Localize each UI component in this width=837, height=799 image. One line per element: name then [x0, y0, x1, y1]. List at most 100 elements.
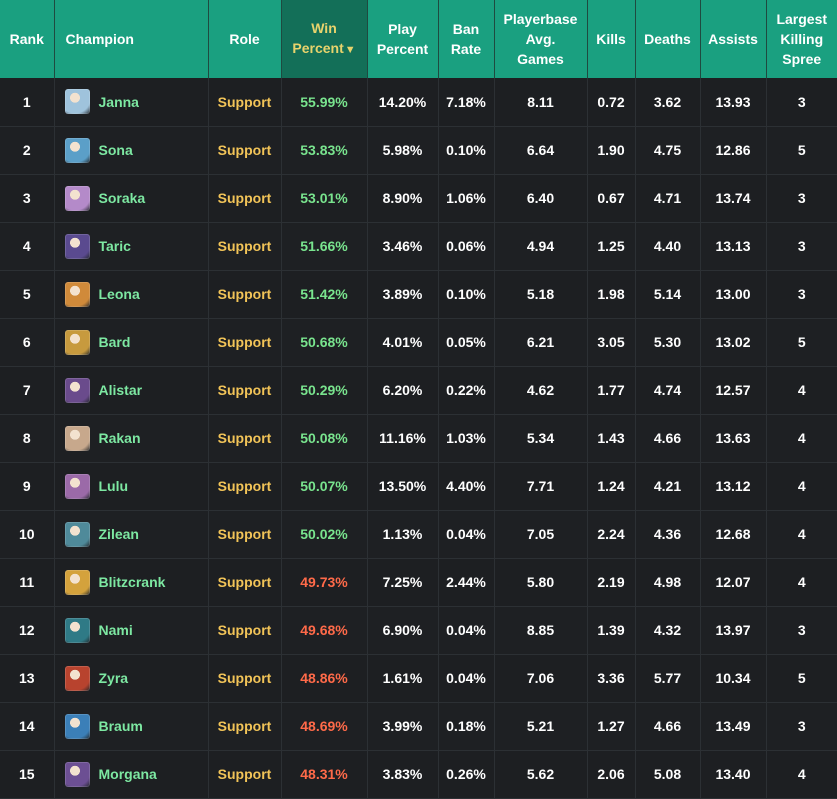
champion-name-link[interactable]: Leona	[99, 286, 140, 302]
champion-portrait-icon[interactable]	[64, 329, 90, 355]
ban-rate-cell: 2.44%	[438, 558, 495, 607]
champion-name-link[interactable]: Zyra	[99, 670, 129, 686]
table-row[interactable]: 3 Soraka Support 53.01% 8.90% 1.06% 6.40 0.67 4.…	[0, 174, 837, 223]
champion-portrait-icon[interactable]	[64, 473, 90, 499]
table-row[interactable]: 5 Leona Support 51.42% 3.89% 0.10% 5.18 1.98 5.1…	[0, 270, 837, 319]
table-row[interactable]: 1 Janna Support 55.99% 14.20% 7.18% 8.11 0.72 3.…	[0, 78, 837, 127]
rank-cell: 6	[0, 318, 55, 367]
table-row[interactable]: 10 Zilean Support 50.02% 1.13% 0.04% 7.05 2.24 4…	[0, 510, 837, 559]
largest-killing-spree-cell: 3	[766, 222, 837, 271]
champion-portrait-icon[interactable]	[64, 425, 90, 451]
largest-killing-spree-cell: 4	[766, 462, 837, 511]
rank-cell: 15	[0, 750, 55, 799]
champion-name-link[interactable]: Nami	[99, 622, 133, 638]
champion-name-link[interactable]: Zilean	[99, 526, 139, 542]
playerbase-avg-games-cell: 6.21	[494, 318, 588, 367]
playerbase-avg-games-cell: 4.62	[494, 366, 588, 415]
sort-descending-icon: ▼	[344, 44, 356, 56]
champion-cell: Alistar	[54, 366, 209, 415]
table-row[interactable]: 9 Lulu Support 50.07% 13.50% 4.40% 7.71 1.24 4.2…	[0, 462, 837, 511]
role-cell: Support	[208, 270, 282, 319]
champion-portrait-icon[interactable]	[64, 569, 90, 595]
column-header-rank[interactable]: Rank	[0, 0, 55, 78]
champion-portrait-icon[interactable]	[64, 137, 90, 163]
deaths-cell: 4.75	[635, 126, 701, 175]
champion-portrait-icon[interactable]	[64, 665, 90, 691]
rank-cell: 13	[0, 654, 55, 703]
role-cell: Support	[208, 702, 282, 751]
champion-name-link[interactable]: Morgana	[99, 766, 157, 782]
column-header-largest-killing-spree[interactable]: Largest Killing Spree	[766, 0, 837, 78]
column-header-deaths[interactable]: Deaths	[635, 0, 701, 78]
win-percent-cell: 50.02%	[281, 510, 368, 559]
table-row[interactable]: 7 Alistar Support 50.29% 6.20% 0.22% 4.62 1.77 4…	[0, 366, 837, 415]
rank-cell: 9	[0, 462, 55, 511]
assists-cell: 10.34	[700, 654, 767, 703]
champion-portrait-icon[interactable]	[64, 185, 90, 211]
champion-portrait-icon[interactable]	[64, 89, 90, 115]
column-header-win-percent[interactable]: Win Percent▼	[281, 0, 368, 78]
table-row[interactable]: 11 Blitzcrank Support 49.73% 7.25% 2.44% 5.80 2…	[0, 558, 837, 607]
deaths-cell: 4.74	[635, 366, 701, 415]
table-row[interactable]: 2 Sona Support 53.83% 5.98% 0.10% 6.64 1.90 4.75…	[0, 126, 837, 175]
champion-name-link[interactable]: Braum	[99, 718, 143, 734]
kills-cell: 2.24	[587, 510, 636, 559]
champion-portrait-icon[interactable]	[64, 281, 90, 307]
play-percent-cell: 6.20%	[367, 366, 439, 415]
column-header-kills[interactable]: Kills	[587, 0, 636, 78]
header-row: Rank Champion Role Win Percent▼ Play Perc…	[0, 0, 837, 78]
column-header-champion[interactable]: Champion	[54, 0, 209, 78]
table-row[interactable]: 4 Taric Support 51.66% 3.46% 0.06% 4.94 1.25 4.4…	[0, 222, 837, 271]
role-cell: Support	[208, 318, 282, 367]
play-percent-cell: 11.16%	[367, 414, 439, 463]
champion-name-link[interactable]: Janna	[99, 94, 139, 110]
champion-cell: Zilean	[54, 510, 209, 559]
assists-cell: 13.74	[700, 174, 767, 223]
column-header-ban-rate[interactable]: Ban Rate	[438, 0, 495, 78]
playerbase-avg-games-cell: 5.62	[494, 750, 588, 799]
deaths-cell: 4.40	[635, 222, 701, 271]
champion-portrait-icon[interactable]	[64, 617, 90, 643]
play-percent-cell: 3.46%	[367, 222, 439, 271]
champion-portrait-icon[interactable]	[64, 521, 90, 547]
largest-killing-spree-cell: 5	[766, 318, 837, 367]
column-header-assists[interactable]: Assists	[700, 0, 767, 78]
champion-portrait-icon[interactable]	[64, 713, 90, 739]
champion-name-link[interactable]: Taric	[99, 238, 131, 254]
table-row[interactable]: 14 Braum Support 48.69% 3.99% 0.18% 5.21 1.27 4.…	[0, 702, 837, 751]
rank-cell: 10	[0, 510, 55, 559]
champion-cell: Sona	[54, 126, 209, 175]
table-row[interactable]: 15 Morgana Support 48.31% 3.83% 0.26% 5.62 2.06…	[0, 750, 837, 799]
champion-name-link[interactable]: Rakan	[99, 430, 141, 446]
rank-cell: 11	[0, 558, 55, 607]
assists-cell: 13.00	[700, 270, 767, 319]
champion-portrait-icon[interactable]	[64, 233, 90, 259]
champion-name-link[interactable]: Bard	[99, 334, 131, 350]
rank-cell: 14	[0, 702, 55, 751]
win-percent-cell: 55.99%	[281, 78, 368, 127]
win-percent-cell: 51.42%	[281, 270, 368, 319]
win-percent-cell: 53.83%	[281, 126, 368, 175]
champion-name-link[interactable]: Blitzcrank	[99, 574, 166, 590]
champion-cell: Bard	[54, 318, 209, 367]
column-header-playerbase-avg-games[interactable]: Playerbase Avg. Games	[494, 0, 588, 78]
role-cell: Support	[208, 606, 282, 655]
column-header-play-percent[interactable]: Play Percent	[367, 0, 439, 78]
table-row[interactable]: 8 Rakan Support 50.08% 11.16% 1.03% 5.34 1.43 4.…	[0, 414, 837, 463]
ban-rate-cell: 1.06%	[438, 174, 495, 223]
champion-portrait-icon[interactable]	[64, 761, 90, 787]
table-row[interactable]: 12 Nami Support 49.68% 6.90% 0.04% 8.85 1.39 4.3…	[0, 606, 837, 655]
table-row[interactable]: 13 Zyra Support 48.86% 1.61% 0.04% 7.06 3.36 5.7…	[0, 654, 837, 703]
champion-name-link[interactable]: Soraka	[99, 190, 146, 206]
deaths-cell: 5.30	[635, 318, 701, 367]
kills-cell: 1.39	[587, 606, 636, 655]
table-row[interactable]: 6 Bard Support 50.68% 4.01% 0.05% 6.21 3.05 5.30…	[0, 318, 837, 367]
champion-name-link[interactable]: Alistar	[99, 382, 143, 398]
champion-name-link[interactable]: Lulu	[99, 478, 129, 494]
largest-killing-spree-cell: 3	[766, 606, 837, 655]
champion-name-link[interactable]: Sona	[99, 142, 133, 158]
column-header-role[interactable]: Role	[208, 0, 282, 78]
champion-cell: Blitzcrank	[54, 558, 209, 607]
champion-portrait-icon[interactable]	[64, 377, 90, 403]
playerbase-avg-games-cell: 7.71	[494, 462, 588, 511]
